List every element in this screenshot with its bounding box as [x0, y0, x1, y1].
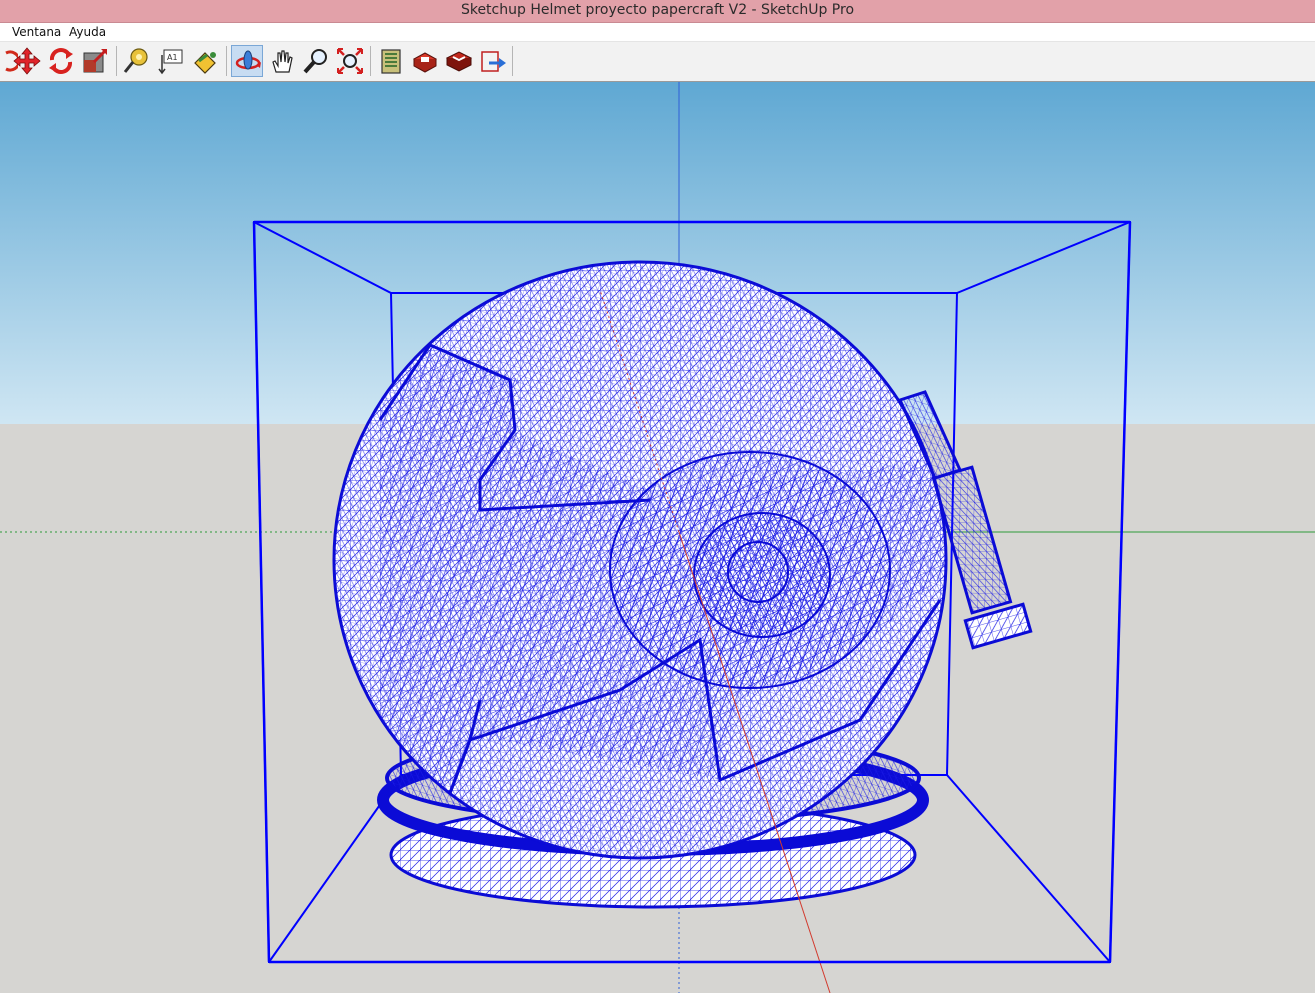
- pan-tool-button[interactable]: [266, 45, 298, 77]
- pan-icon: [272, 50, 293, 73]
- menu-ventana[interactable]: Ventana: [12, 25, 61, 39]
- zoom-extents-tool-button[interactable]: [334, 45, 366, 77]
- svg-text:A1: A1: [167, 53, 178, 62]
- text-tool-button[interactable]: A1: [155, 45, 187, 77]
- move-tool-button[interactable]: [11, 45, 43, 77]
- warehouse-tool-button[interactable]: [375, 45, 407, 77]
- zoom-tool-button[interactable]: [300, 45, 332, 77]
- components-icon: [445, 51, 473, 72]
- move-icon: [13, 47, 41, 75]
- paint-bucket-icon: [194, 52, 216, 74]
- follow-me-icon: [49, 48, 73, 74]
- orbit-icon: [235, 50, 261, 70]
- scale-icon: [83, 48, 108, 73]
- share-model-icon: [412, 52, 438, 73]
- toolbar: A1: [0, 42, 1315, 82]
- components-tool-button[interactable]: [443, 45, 475, 77]
- zoom-extents-icon: [337, 48, 363, 74]
- share-model-tool-button[interactable]: [409, 45, 441, 77]
- tape-measure-icon: [123, 48, 148, 73]
- paint-bucket-tool-button[interactable]: [189, 45, 221, 77]
- toolbar-separator: [116, 46, 117, 76]
- title-bar: Sketchup Helmet proyecto papercraft V2 -…: [0, 0, 1315, 23]
- export-icon: [481, 51, 506, 72]
- toolbar-separator: [226, 46, 227, 76]
- text-icon: A1: [158, 49, 183, 75]
- follow-me-tool-button[interactable]: [45, 45, 77, 77]
- scale-tool-button[interactable]: [79, 45, 111, 77]
- menu-bar: Ventana Ayuda: [0, 23, 1315, 42]
- orbit-tool-button[interactable]: [231, 45, 263, 77]
- toolbar-separator: [512, 46, 513, 76]
- window-title: Sketchup Helmet proyecto papercraft V2 -…: [460, 2, 855, 18]
- drawing-viewport[interactable]: [0, 82, 1315, 993]
- zoom-icon: [303, 49, 327, 74]
- tape-measure-tool-button[interactable]: [121, 45, 153, 77]
- toolbar-separator: [370, 46, 371, 76]
- export-tool-button[interactable]: [477, 45, 509, 77]
- warehouse-icon: [381, 49, 401, 74]
- menu-ayuda[interactable]: Ayuda: [69, 25, 106, 39]
- scene-canvas[interactable]: [0, 82, 1315, 993]
